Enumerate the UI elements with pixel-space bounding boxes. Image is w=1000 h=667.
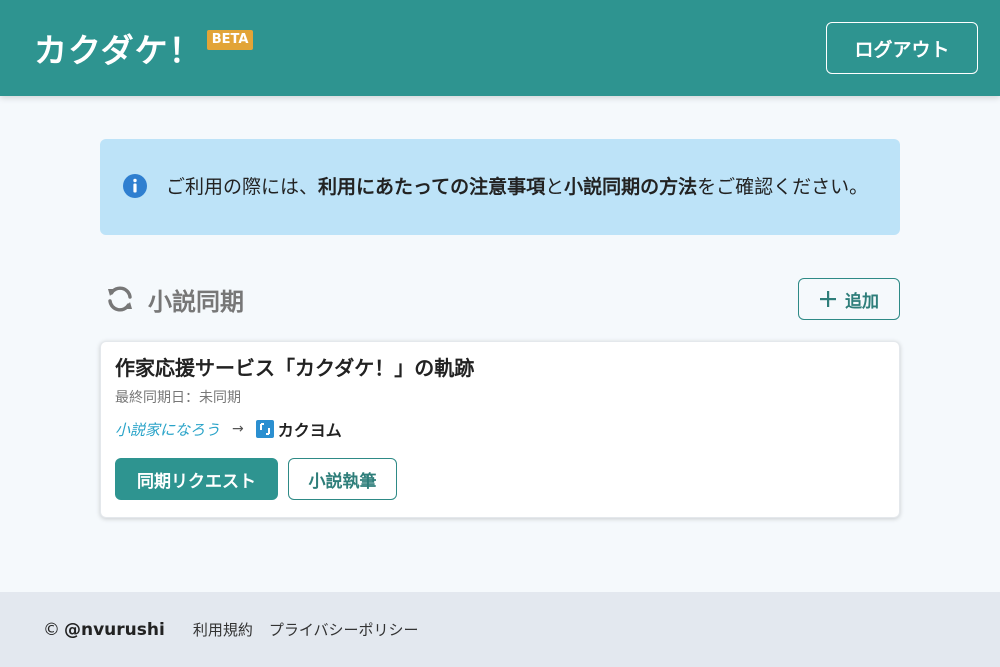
app-title[interactable]: カクダケ！ — [34, 34, 203, 67]
last-sync-date: 最終同期日：未同期 — [115, 390, 241, 406]
write-novel-button[interactable]: 小説執筆 — [288, 458, 397, 500]
notice-text: ご利用の際には、利用にあたっての注意事項と小説同期の方法をご確認ください。 — [166, 170, 868, 204]
sync-icon — [108, 286, 132, 312]
plus-icon — [820, 291, 836, 307]
terms-link[interactable]: 利用規約 — [193, 619, 253, 640]
app-header: カクダケ！ BETA ログアウト — [0, 0, 1000, 96]
notice-text-prefix: ご利用の際には、 — [166, 176, 319, 198]
copyright-text: @nvurushi — [64, 619, 165, 640]
sync-route: 小説家になろう → カクヨム — [115, 417, 885, 441]
novel-sync-card: 作家応援サービス「カクダケ！」の軌跡 最終同期日：未同期 小説家になろう → カ… — [100, 341, 900, 518]
arrow-right-icon: → — [232, 421, 244, 437]
section-title: 小説同期 — [148, 287, 244, 316]
footer: © @nvurushi 利用規約 プライバシーポリシー — [0, 592, 1000, 667]
add-button[interactable]: 追加 — [798, 278, 900, 320]
card-actions: 同期リクエスト 小説執筆 — [115, 458, 885, 500]
novel-title: 作家応援サービス「カクダケ！」の軌跡 — [115, 356, 475, 380]
sync-request-button[interactable]: 同期リクエスト — [115, 458, 278, 500]
copyright: © @nvurushi — [43, 620, 165, 640]
copyright-icon: © — [43, 619, 60, 640]
notice-text-and: と — [545, 176, 565, 198]
kakuyomu-logo-icon — [255, 420, 274, 438]
terms-notice-link[interactable]: 利用にあたっての注意事項 — [318, 176, 545, 198]
logout-button[interactable]: ログアウト — [826, 22, 978, 74]
sync-method-link[interactable]: 小説同期の方法 — [564, 176, 697, 198]
kakuyomu-name: カクヨム — [277, 421, 342, 440]
notice-text-suffix: をご確認ください。 — [697, 176, 869, 198]
section-header: 小説同期 追加 — [100, 278, 900, 320]
info-icon — [123, 174, 147, 198]
narou-logo: 小説家になろう — [115, 420, 221, 439]
beta-badge: BETA — [206, 29, 254, 50]
add-button-label: 追加 — [845, 291, 879, 312]
privacy-policy-link[interactable]: プライバシーポリシー — [269, 619, 419, 640]
info-notice: ご利用の際には、利用にあたっての注意事項と小説同期の方法をご確認ください。 — [100, 139, 900, 235]
main-content: ご利用の際には、利用にあたっての注意事項と小説同期の方法をご確認ください。 小説… — [100, 139, 900, 518]
section-title-wrap: 小説同期 — [100, 282, 244, 317]
brand[interactable]: カクダケ！ BETA — [34, 29, 254, 67]
